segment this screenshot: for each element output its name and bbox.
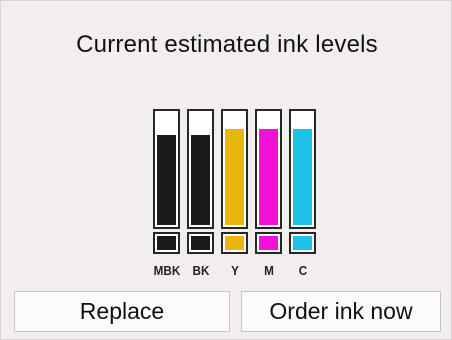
order-ink-now-button-label: Order ink now: [269, 298, 413, 324]
ink-level-fill-y: [225, 129, 244, 225]
ink-reserve-c: [289, 232, 316, 254]
ink-level-display: MBK BK Y M C: [1, 1, 452, 291]
ink-reserve-fill-y: [225, 236, 244, 250]
ink-label-m: M: [264, 263, 274, 278]
ink-label-mbk: MBK: [153, 263, 181, 278]
ink-reserve-y: [221, 232, 248, 254]
ink-reserve-fill-m: [259, 236, 278, 250]
order-ink-now-button[interactable]: Order ink now: [241, 291, 441, 332]
ink-reserve-fill-bk: [191, 236, 210, 250]
ink-level-fill-c: [293, 129, 312, 225]
ink-label-y: Y: [231, 263, 239, 278]
ink-reserve-fill-c: [293, 236, 312, 250]
ink-tank-y: [221, 109, 248, 229]
ink-tank-mbk: [153, 109, 180, 229]
ink-label-c: C: [298, 263, 308, 278]
ink-label-bk: BK: [192, 263, 210, 278]
ink-reserve-m: [255, 232, 282, 254]
ink-reserve-bk: [187, 232, 214, 254]
ink-level-fill-m: [259, 129, 278, 225]
ink-level-screen: Current estimated ink levels MBK BK Y M C Re…: [0, 0, 452, 340]
ink-reserve-mbk: [153, 232, 180, 254]
replace-button[interactable]: Replace: [14, 291, 230, 332]
ink-level-fill-bk: [191, 135, 210, 225]
ink-tank-m: [255, 109, 282, 229]
ink-tank-bk: [187, 109, 214, 229]
ink-level-fill-mbk: [157, 135, 176, 225]
replace-button-label: Replace: [79, 298, 165, 324]
ink-tank-c: [289, 109, 316, 229]
ink-reserve-fill-mbk: [157, 236, 176, 250]
